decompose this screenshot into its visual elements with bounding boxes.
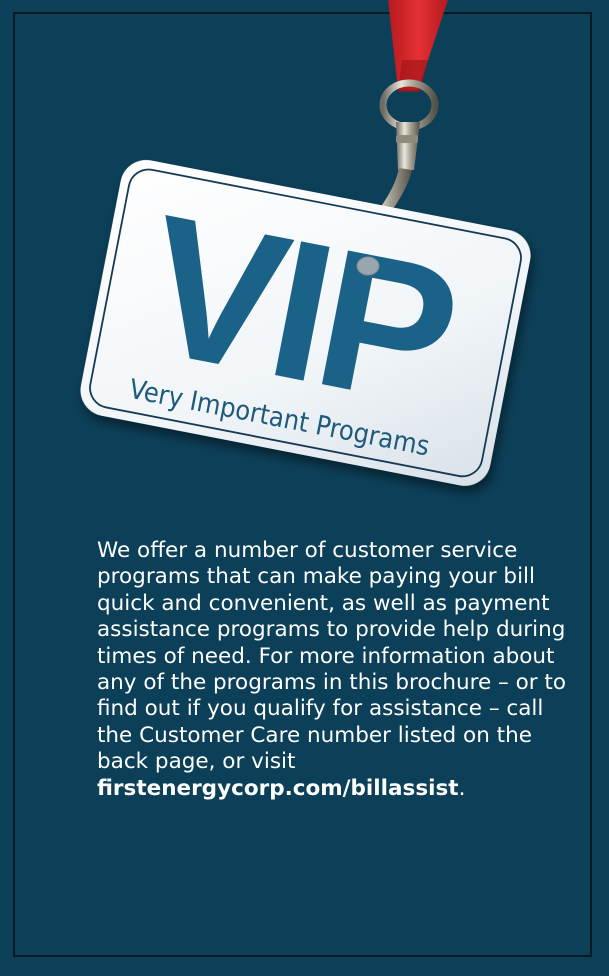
intro-end: . [458, 775, 466, 801]
vip-badge-illustration: VIP Very Important Programs [80, 0, 531, 486]
intro-text: We offer a number of customer service pr… [97, 538, 567, 775]
billassist-link[interactable]: firstenergycorp.com/billassist [97, 776, 459, 801]
intro-paragraph: We offer a number of customer service pr… [97, 538, 567, 802]
